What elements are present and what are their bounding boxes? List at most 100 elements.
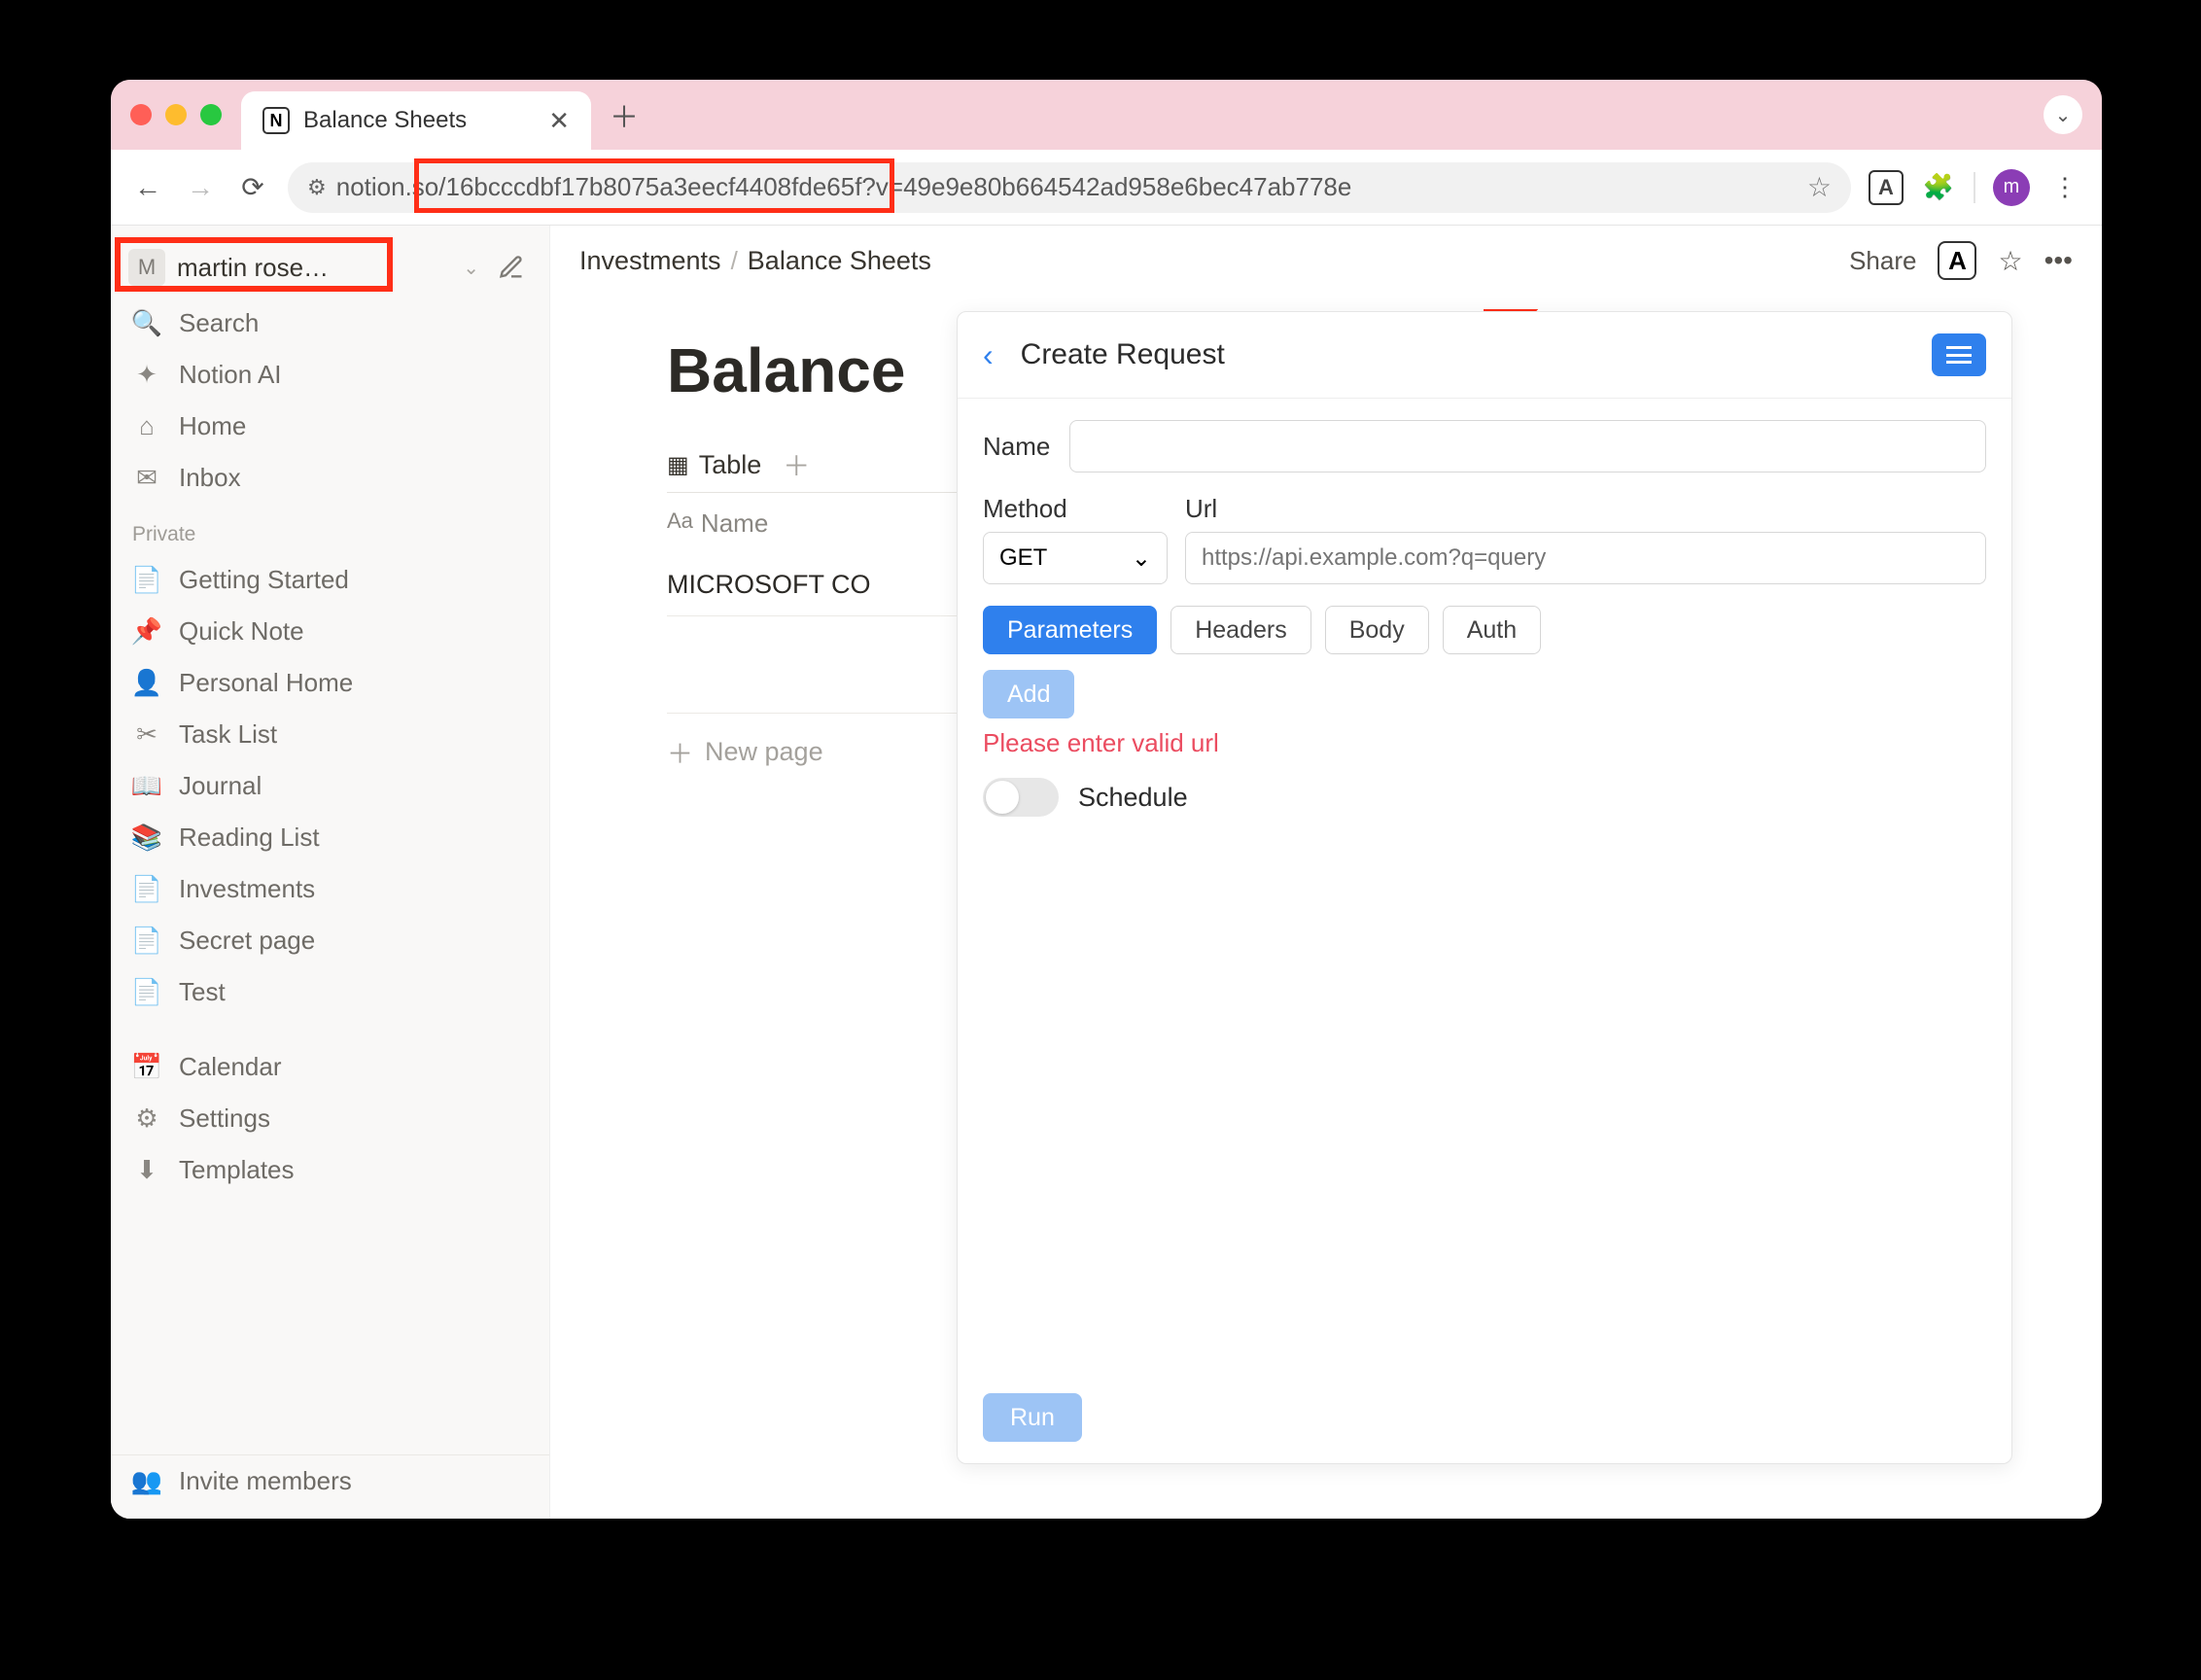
invite-icon: 👥	[132, 1467, 161, 1496]
separator	[1974, 172, 1975, 203]
book-icon: 📖	[132, 772, 161, 801]
bookmark-star-icon[interactable]: ☆	[1807, 171, 1832, 203]
browser-menu-icon[interactable]: ⋮	[2047, 170, 2082, 205]
column-header-name[interactable]: Name	[701, 508, 768, 539]
tab-body[interactable]: Body	[1325, 606, 1429, 654]
sidebar-item-label: Home	[179, 411, 246, 441]
sidebar-item-investments[interactable]: 📄Investments	[111, 863, 549, 915]
sidebar-item-invite[interactable]: 👥 Invite members	[111, 1455, 549, 1507]
schedule-label: Schedule	[1078, 783, 1188, 813]
page-icon: 📄	[132, 566, 161, 595]
sidebar-item-label: Reading List	[179, 822, 320, 853]
sidebar-item-settings[interactable]: ⚙Settings	[111, 1093, 549, 1144]
sidebar-item-label: Personal Home	[179, 668, 353, 698]
browser-toolbar: ← → ⟳ ⚙ notion.so/16bcccdbf17b8075a3eecf…	[111, 150, 2102, 226]
sidebar-item-label: Templates	[179, 1155, 295, 1185]
plus-icon: ＋	[667, 733, 693, 771]
extensions-icon[interactable]: 🧩	[1921, 170, 1956, 205]
new-page-icon[interactable]	[491, 247, 532, 288]
sidebar-item-home[interactable]: ⌂Home	[111, 401, 549, 452]
run-button[interactable]: Run	[983, 1393, 1082, 1442]
url-input[interactable]	[1185, 532, 1986, 584]
books-icon: 📚	[132, 823, 161, 853]
extension-a-icon[interactable]: A	[1869, 170, 1904, 205]
error-message: Please enter valid url	[983, 728, 1986, 758]
sidebar-item-test[interactable]: 📄Test	[111, 966, 549, 1018]
page-icon: 📄	[132, 927, 161, 956]
minimize-window[interactable]	[165, 104, 187, 125]
more-menu-icon[interactable]: •••	[2044, 245, 2073, 276]
a-icon[interactable]: A	[1938, 241, 1976, 280]
maximize-window[interactable]	[200, 104, 222, 125]
breadcrumb-balance-sheets[interactable]: Balance Sheets	[748, 246, 931, 276]
sidebar-item-journal[interactable]: 📖 Journal	[111, 760, 549, 812]
add-view-button[interactable]: ＋	[783, 445, 810, 484]
sidebar-item-calendar[interactable]: 📅 Calendar	[111, 1041, 549, 1093]
workspace-icon: M	[128, 249, 165, 286]
workspace-switcher[interactable]: M martin rose… ⌄	[111, 237, 549, 298]
tab-overflow-button[interactable]: ⌄	[2044, 95, 2082, 134]
sidebar-item-label: Search	[179, 308, 259, 338]
sidebar-item-label: Invite members	[179, 1466, 352, 1496]
sidebar-item-quick-note[interactable]: 📌Quick Note	[111, 606, 549, 657]
schedule-toggle[interactable]	[983, 778, 1059, 817]
sidebar-item-label: Settings	[179, 1103, 270, 1134]
close-tab-icon[interactable]: ✕	[548, 106, 570, 136]
chevron-down-icon: ⌄	[1132, 544, 1151, 573]
chevron-down-icon: ⌄	[463, 256, 479, 280]
browser-tab[interactable]: N Balance Sheets ✕	[241, 91, 591, 150]
add-button[interactable]: Add	[983, 670, 1074, 718]
sidebar-item-search[interactable]: 🔍Search	[111, 298, 549, 349]
notion-favicon-icon: N	[262, 107, 290, 134]
address-bar[interactable]: ⚙ notion.so/16bcccdbf17b8075a3eecf4408fd…	[288, 162, 1851, 213]
sidebar-item-label: Journal	[179, 771, 262, 801]
new-row-label: New page	[705, 737, 823, 767]
sidebar-item-task-list[interactable]: ✂Task List	[111, 709, 549, 760]
tab-parameters[interactable]: Parameters	[983, 606, 1157, 654]
hamburger-icon	[1946, 346, 1972, 364]
sidebar-item-notion-ai[interactable]: ✦Notion AI	[111, 349, 549, 401]
inbox-icon: ✉	[132, 464, 161, 493]
sidebar-item-secret-page[interactable]: 📄 Secret page	[111, 915, 549, 966]
text-property-icon: Aa	[667, 508, 693, 539]
sidebar-item-getting-started[interactable]: 📄Getting Started	[111, 554, 549, 606]
sidebar-item-templates[interactable]: ⬇Templates	[111, 1144, 549, 1196]
sidebar-item-label: Secret page	[179, 926, 315, 956]
workspace-name: martin rose…	[177, 253, 451, 283]
breadcrumb-investments[interactable]: Investments	[579, 246, 721, 276]
tab-headers[interactable]: Headers	[1170, 606, 1311, 654]
scissors-icon: ✂	[132, 720, 161, 750]
tab-title: Balance Sheets	[303, 107, 535, 134]
url-text: notion.so/16bcccdbf17b8075a3eecf4408fde6…	[336, 172, 1352, 202]
url-label: Url	[1185, 494, 1986, 524]
new-tab-button[interactable]: ＋	[605, 95, 644, 134]
create-request-panel: ‹ Create Request Name Method GET ⌄	[957, 311, 2012, 1464]
sidebar-item-inbox[interactable]: ✉Inbox	[111, 452, 549, 504]
tab-auth[interactable]: Auth	[1443, 606, 1541, 654]
panel-menu-button[interactable]	[1932, 333, 1986, 376]
sidebar-item-label: Calendar	[179, 1052, 282, 1082]
reload-button[interactable]: ⟳	[235, 170, 270, 205]
panel-back-button[interactable]: ‹	[983, 337, 994, 373]
sparkle-icon: ✦	[132, 361, 161, 390]
sidebar-item-personal-home[interactable]: 👤Personal Home	[111, 657, 549, 709]
profile-avatar[interactable]: m	[1993, 169, 2030, 206]
method-select[interactable]: GET ⌄	[983, 532, 1168, 584]
sidebar-item-label: Investments	[179, 874, 315, 904]
favorite-star-icon[interactable]: ☆	[1998, 245, 2022, 277]
breadcrumb-separator: /	[731, 246, 738, 276]
sidebar-item-label: Quick Note	[179, 616, 304, 647]
sidebar: M martin rose… ⌄ 🔍Search ✦Notion AI ⌂Hom…	[111, 226, 550, 1519]
window-controls	[130, 104, 222, 125]
site-settings-icon[interactable]: ⚙	[307, 175, 327, 200]
back-button[interactable]: ←	[130, 170, 165, 205]
table-view-tab[interactable]: ▦ Table	[667, 450, 761, 480]
name-input[interactable]	[1069, 420, 1986, 472]
calendar-icon: 📅	[132, 1053, 161, 1082]
forward-button[interactable]: →	[183, 170, 218, 205]
name-label: Name	[983, 432, 1050, 462]
share-button[interactable]: Share	[1849, 246, 1916, 276]
sidebar-item-reading-list[interactable]: 📚 Reading List	[111, 812, 549, 863]
browser-window: N Balance Sheets ✕ ＋ ⌄ ← → ⟳ ⚙ notion.so…	[111, 80, 2102, 1519]
close-window[interactable]	[130, 104, 152, 125]
